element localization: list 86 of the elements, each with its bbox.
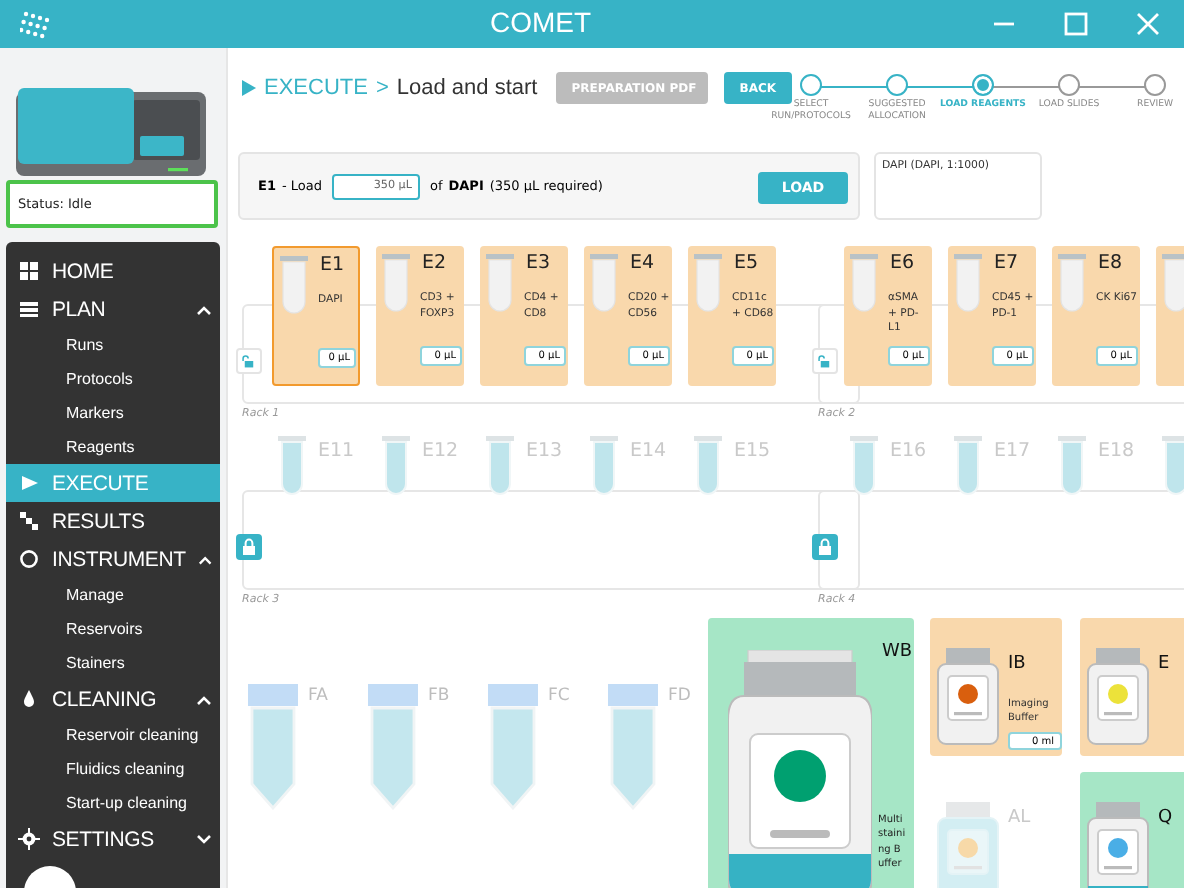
tube-icon	[486, 254, 514, 318]
tube-icon	[954, 436, 982, 500]
gear-icon	[18, 828, 40, 850]
bottle-icon	[937, 648, 999, 745]
tube-icon	[694, 254, 722, 318]
tube-icon	[1162, 254, 1184, 318]
grid-icon	[18, 260, 40, 282]
tube-label: E5	[734, 252, 759, 274]
tube-label: E2	[422, 252, 447, 274]
falcon-tube-icon	[248, 684, 298, 810]
tube-label: FD	[668, 686, 691, 710]
sidebar-item-label: INSTRUMENT	[52, 547, 186, 571]
sidebar-item-label: SETTINGS	[52, 827, 154, 851]
falcon-tube-icon	[488, 684, 538, 810]
bottle-icon	[1087, 648, 1149, 745]
lock-icon[interactable]	[812, 534, 838, 560]
tube-label: E7	[994, 252, 1019, 274]
tube-label: E6	[890, 252, 915, 274]
tube-label: E4	[630, 252, 655, 274]
bottle-label: Q	[1158, 808, 1173, 828]
lock-icon[interactable]	[236, 534, 262, 560]
sidebar-item-label: EXECUTE	[52, 471, 149, 495]
tube-icon	[694, 436, 722, 500]
window-title: COMET	[490, 6, 592, 38]
squares-icon	[18, 510, 40, 532]
sidebar-item[interactable]: HOME	[6, 252, 220, 290]
chevron-up-icon[interactable]	[197, 553, 212, 565]
tube-icon	[1058, 436, 1086, 500]
sidebar-subitem[interactable]: Reservoirs	[6, 612, 220, 646]
page-title: Load and start	[396, 75, 538, 99]
play-icon	[242, 79, 256, 95]
chevron-down-icon[interactable]	[196, 833, 212, 845]
falcon-tube-icon	[608, 684, 658, 810]
sidebar-item-label: HOME	[52, 259, 114, 283]
tube-icon	[850, 254, 878, 318]
sidebar-item-label: CLEANING	[52, 687, 157, 711]
tube-icon	[382, 436, 410, 500]
circle-icon	[18, 548, 40, 570]
drop-icon	[18, 688, 40, 710]
tube-icon	[590, 254, 618, 318]
tube-icon	[486, 436, 514, 500]
sidebar-item-label: RESULTS	[52, 509, 145, 533]
tube-icon	[850, 436, 878, 500]
list-icon	[18, 298, 40, 320]
tube-icon	[590, 436, 618, 500]
bottle-icon	[728, 650, 872, 888]
tube-label: E3	[526, 252, 551, 274]
sidebar-subitem[interactable]: Stainers	[6, 646, 220, 680]
tube-icon	[382, 254, 410, 318]
sidebar-subitem[interactable]: Reagents	[6, 430, 220, 464]
sidebar-item[interactable]: RESULTS	[6, 502, 220, 540]
unlock-icon[interactable]	[812, 348, 838, 374]
sidebar-item[interactable]: PLAN	[6, 290, 220, 328]
sidebar-item-label: PLAN	[52, 297, 106, 321]
app-logo-icon	[20, 8, 52, 40]
bottle-label: E	[1158, 654, 1170, 674]
tube-label: E8	[1098, 252, 1123, 274]
sidebar-subitem[interactable]: Markers	[6, 396, 220, 430]
bottle-icon	[1087, 802, 1149, 888]
sidebar-subitem[interactable]: Start-up cleaning	[6, 786, 220, 820]
unlock-icon[interactable]	[236, 348, 262, 374]
sidebar-subitem[interactable]: Runs	[6, 328, 220, 362]
tube-icon	[278, 436, 306, 500]
tube-label: FA	[308, 686, 328, 710]
chevron-up-icon[interactable]	[196, 303, 212, 315]
tube-icon	[1058, 254, 1086, 318]
falcon-tube-icon	[368, 684, 418, 810]
tube-label: FB	[428, 686, 450, 710]
bottle-label: IB	[1008, 654, 1026, 674]
sidebar-item[interactable]: INSTRUMENT	[6, 540, 220, 578]
sidebar-subitem[interactable]: Reservoir cleaning	[6, 718, 220, 752]
tube-icon	[280, 256, 308, 320]
breadcrumb-separator: >	[375, 75, 389, 99]
sidebar-subitem[interactable]: Manage	[6, 578, 220, 612]
tube-icon	[954, 254, 982, 318]
play-icon	[18, 472, 40, 494]
chevron-up-icon[interactable]	[196, 693, 212, 705]
bottle-label: WB	[882, 642, 913, 662]
sidebar-item[interactable]: CLEANING	[6, 680, 220, 718]
buffer-card[interactable]: E	[1080, 618, 1184, 756]
sidebar-item[interactable]: SETTINGS	[6, 820, 220, 858]
buffer-card[interactable]: Q	[1080, 772, 1184, 888]
tube-label: E1	[320, 254, 345, 276]
sidebar-subitem[interactable]: Fluidics cleaning	[6, 752, 220, 786]
sidebar-subitem[interactable]: Protocols	[6, 362, 220, 396]
tube-label: FC	[548, 686, 570, 710]
